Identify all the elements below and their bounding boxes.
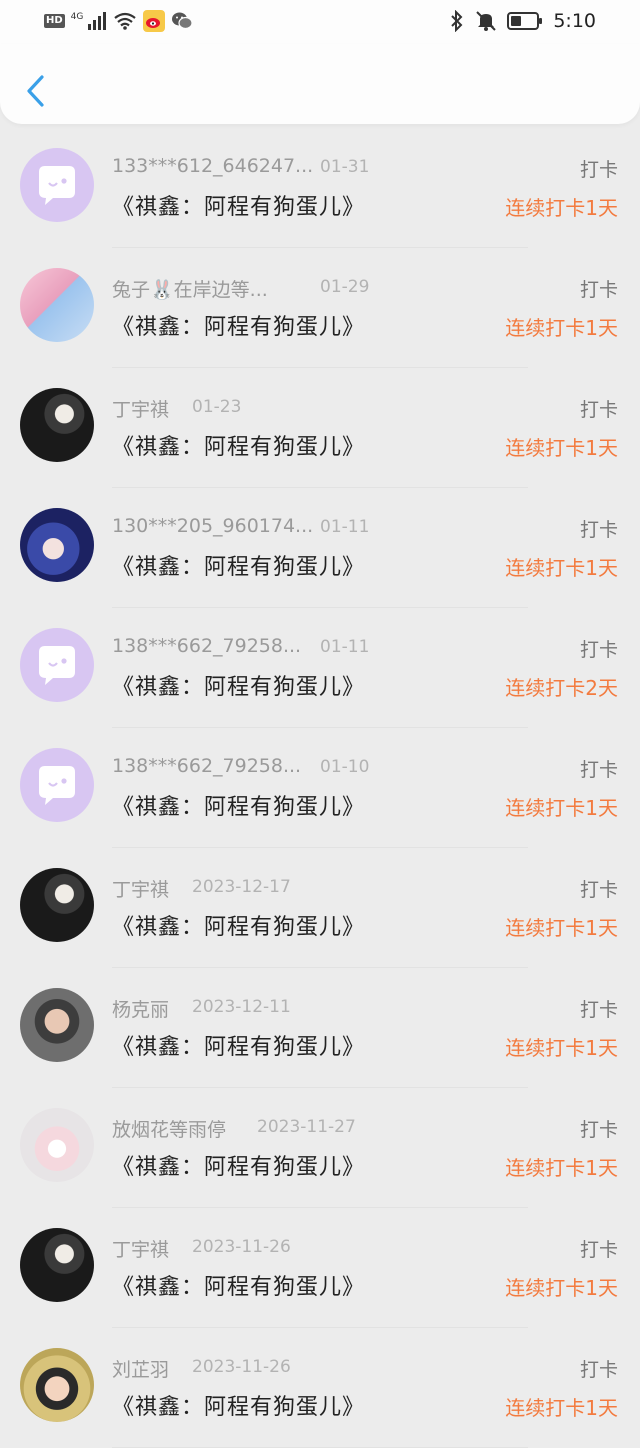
avatar[interactable] <box>20 988 94 1062</box>
hd-icon: HD <box>44 14 65 28</box>
checkin-date: 2023-12-11 <box>192 997 291 1017</box>
list-item[interactable]: 138***662_79258... 01-11 《祺鑫：阿程有狗蛋儿》 打卡连续打卡… <box>0 608 640 728</box>
list-item[interactable]: 138***662_79258... 01-10 《祺鑫：阿程有狗蛋儿》 打卡连续打卡… <box>0 728 640 848</box>
list-item[interactable]: 130***205_960174... 01-11 《祺鑫：阿程有狗蛋儿》 打卡连续打… <box>0 488 640 608</box>
list-item[interactable]: 丁宇祺 01-23 《祺鑫：阿程有狗蛋儿》 打卡连续打卡1天 <box>0 368 640 488</box>
checkin-tag: 打卡 <box>579 639 618 661</box>
avatar[interactable] <box>20 868 94 942</box>
work-title: 《祺鑫：阿程有狗蛋儿》 <box>112 195 366 220</box>
checkin-tag: 打卡 <box>579 1239 618 1261</box>
checkin-tag: 打卡 <box>579 879 618 901</box>
streak-label: 连续打卡1天 <box>505 1276 618 1300</box>
avatar[interactable] <box>20 1228 94 1302</box>
user-name: 丁宇祺 <box>112 1239 170 1261</box>
checkin-date: 01-11 <box>320 517 370 537</box>
battery-icon <box>507 12 543 30</box>
work-title: 《祺鑫：阿程有狗蛋儿》 <box>112 795 366 820</box>
avatar[interactable] <box>20 1108 94 1182</box>
weibo-icon <box>143 10 166 32</box>
chat-bubble-icon[interactable] <box>20 148 94 222</box>
checkin-date: 01-11 <box>320 637 370 657</box>
wechat-icon <box>172 12 193 30</box>
work-title: 《祺鑫：阿程有狗蛋儿》 <box>112 1155 366 1180</box>
checkin-list: 133***612_646247... 01-31 《祺鑫：阿程有狗蛋儿》 打卡 连续打… <box>0 128 640 1448</box>
chat-bubble-icon[interactable] <box>20 748 94 822</box>
checkin-tag: 打卡 <box>579 1359 618 1381</box>
checkin-tag: 打卡 <box>579 999 618 1021</box>
user-name: 133***612_646247... <box>112 155 314 177</box>
checkin-date: 2023-11-27 <box>257 1117 356 1137</box>
network-type: 4G <box>70 12 84 22</box>
checkin-tag: 打卡 <box>579 759 618 781</box>
avatar[interactable] <box>20 508 94 582</box>
checkin-date: 01-29 <box>320 277 370 297</box>
list-item[interactable]: 放烟花等雨停 2023-11-27 《祺鑫：阿程有狗蛋儿》 打卡连续打卡1天 <box>0 1088 640 1208</box>
work-title: 《祺鑫：阿程有狗蛋儿》 <box>112 1035 366 1060</box>
work-title: 《祺鑫：阿程有狗蛋儿》 <box>112 315 366 340</box>
list-item[interactable]: 133***612_646247... 01-31 《祺鑫：阿程有狗蛋儿》 打卡连续打… <box>0 128 640 248</box>
signal-icon <box>88 12 107 30</box>
user-name: 138***662_79258... <box>112 635 302 657</box>
checkin-date: 01-10 <box>320 757 370 777</box>
clock: 5:10 <box>553 10 596 32</box>
avatar[interactable] <box>20 1348 94 1422</box>
user-name: 138***662_79258... <box>112 755 302 777</box>
mute-icon <box>476 11 497 31</box>
chevron-left-icon[interactable] <box>22 74 50 108</box>
user-name: 兔子🐰在岸边等... <box>112 279 268 301</box>
work-title: 《祺鑫：阿程有狗蛋儿》 <box>112 1275 366 1300</box>
streak-label: 连续打卡1天 <box>505 796 618 820</box>
nav-header <box>0 44 640 124</box>
checkin-tag: 打卡 <box>579 1119 618 1141</box>
list-item[interactable]: 丁宇祺 2023-12-17 《祺鑫：阿程有狗蛋儿》 打卡连续打卡1天 <box>0 848 640 968</box>
checkin-date: 2023-11-26 <box>192 1357 291 1377</box>
checkin-tag: 打卡 <box>579 519 618 541</box>
wifi-icon <box>114 12 137 30</box>
user-name: 丁宇祺 <box>112 399 170 421</box>
work-title: 《祺鑫：阿程有狗蛋儿》 <box>112 555 366 580</box>
bluetooth-icon <box>451 10 463 32</box>
streak-label: 连续打卡1天 <box>505 1156 618 1180</box>
streak-label: 连续打卡1天 <box>505 196 618 220</box>
work-title: 《祺鑫：阿程有狗蛋儿》 <box>112 675 366 700</box>
user-name: 杨克丽 <box>112 999 170 1021</box>
streak-label: 连续打卡1天 <box>505 556 618 580</box>
user-name: 刘芷羽 <box>112 1359 170 1381</box>
list-item[interactable]: 刘芷羽 2023-11-26 《祺鑫：阿程有狗蛋儿》 打卡连续打卡1天 <box>0 1328 640 1448</box>
checkin-date: 2023-11-26 <box>192 1237 291 1257</box>
checkin-date: 2023-12-17 <box>192 877 291 897</box>
user-name: 丁宇祺 <box>112 879 170 901</box>
checkin-tag: 打卡 <box>579 159 618 181</box>
checkin-tag: 打卡 <box>579 399 618 421</box>
streak-label: 连续打卡1天 <box>505 916 618 940</box>
work-title: 《祺鑫：阿程有狗蛋儿》 <box>112 915 366 940</box>
work-title: 《祺鑫：阿程有狗蛋儿》 <box>112 1395 366 1420</box>
user-name: 放烟花等雨停 <box>112 1119 227 1141</box>
streak-label: 连续打卡1天 <box>505 1036 618 1060</box>
streak-label: 连续打卡1天 <box>505 436 618 460</box>
list-item[interactable]: 杨克丽 2023-12-11 《祺鑫：阿程有狗蛋儿》 打卡连续打卡1天 <box>0 968 640 1088</box>
list-item[interactable]: 丁宇祺 2023-11-26 《祺鑫：阿程有狗蛋儿》 打卡连续打卡1天 <box>0 1208 640 1328</box>
user-name: 130***205_960174... <box>112 515 314 537</box>
avatar[interactable] <box>20 388 94 462</box>
work-title: 《祺鑫：阿程有狗蛋儿》 <box>112 435 366 460</box>
streak-label: 连续打卡1天 <box>505 1396 618 1420</box>
streak-label: 连续打卡2天 <box>505 676 618 700</box>
avatar[interactable] <box>20 268 94 342</box>
checkin-tag: 打卡 <box>579 279 618 301</box>
streak-label: 连续打卡1天 <box>505 316 618 340</box>
checkin-date: 01-23 <box>192 397 242 417</box>
checkin-date: 01-31 <box>320 157 370 177</box>
list-item[interactable]: 兔子🐰在岸边等... 01-29 《祺鑫：阿程有狗蛋儿》 打卡连续打卡1天 <box>0 248 640 368</box>
chat-bubble-icon[interactable] <box>20 628 94 702</box>
status-bar: HD 4G 5:10 <box>0 0 640 44</box>
